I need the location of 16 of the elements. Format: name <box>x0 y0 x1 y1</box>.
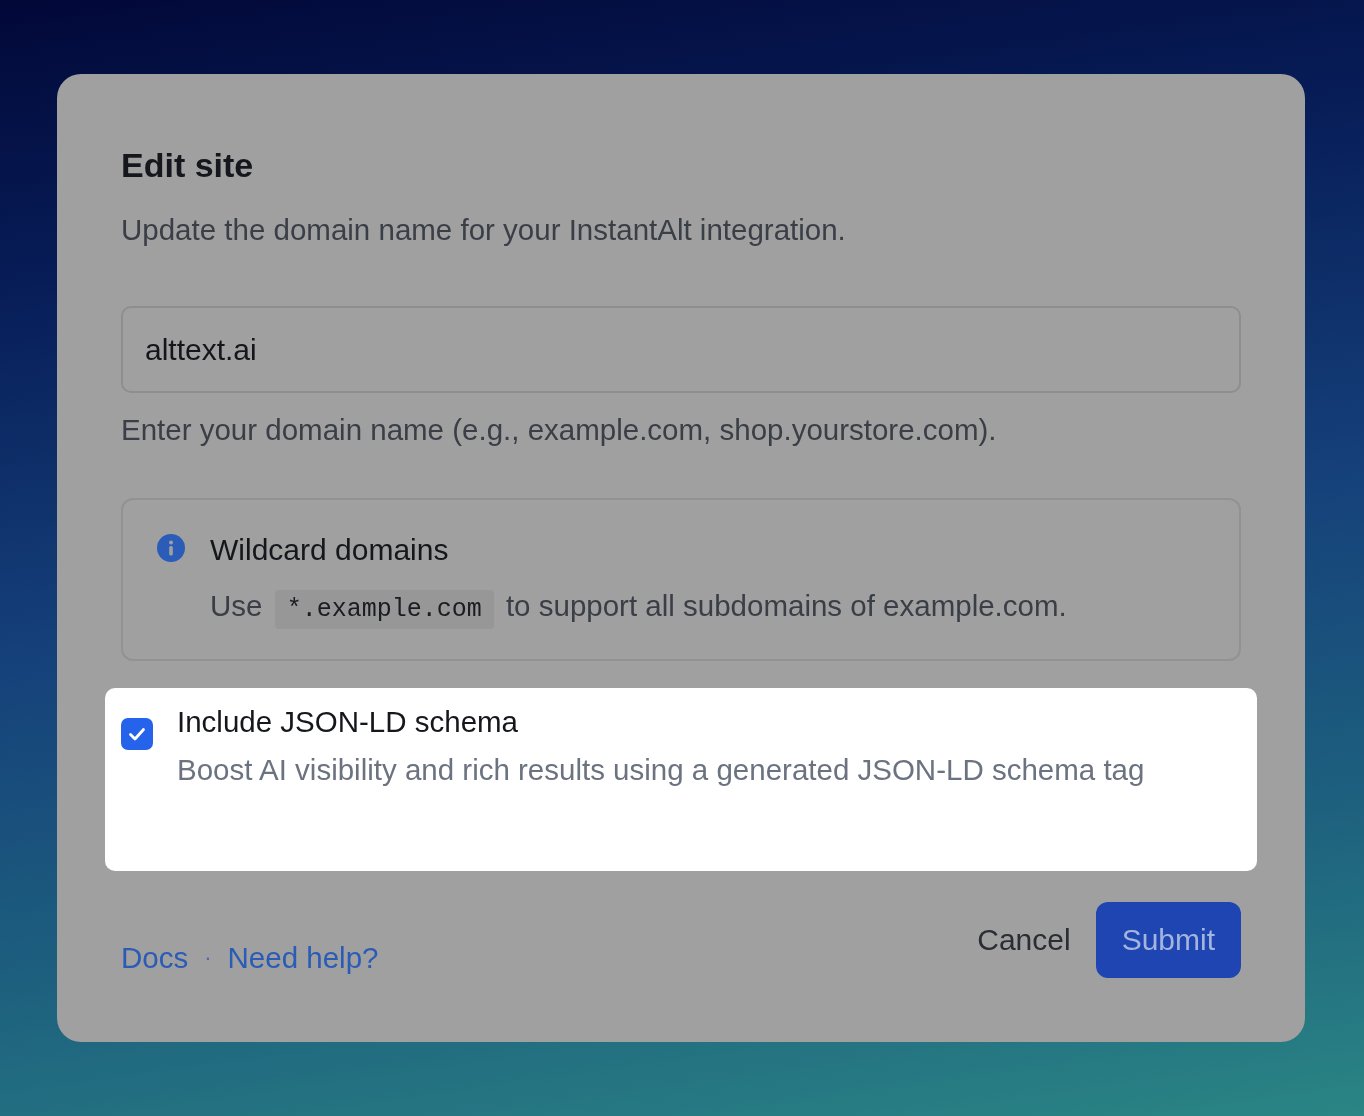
separator-dot: · <box>204 944 212 972</box>
inline-code: *.example.com <box>274 590 494 629</box>
domain-input-field[interactable]: alttext.ai <box>121 306 1241 393</box>
notice-text: Use *.example.com to support all subdomains of example.com. <box>210 586 1067 630</box>
help-link[interactable]: Need help? <box>227 940 379 976</box>
notice-title: Wildcard domains <box>210 532 449 568</box>
checkbox[interactable] <box>121 718 153 750</box>
dialog-description: Update the domain name for your InstantAlt integration. <box>121 212 846 248</box>
option-description: Boost AI visibility and rich results using a generated JSON-LD schema tag <box>177 752 1145 788</box>
dialog-title: Edit site <box>121 145 254 185</box>
cancel-button[interactable]: Cancel <box>977 902 1071 978</box>
submit-button[interactable]: Submit <box>1095 902 1241 978</box>
field-hint: Enter your domain name (e.g., example.com, shop.yourstore.com). <box>121 412 997 448</box>
option-label: Include JSON-LD schema <box>177 704 519 740</box>
info-icon <box>157 534 185 562</box>
docs-link[interactable]: Docs <box>121 940 189 976</box>
